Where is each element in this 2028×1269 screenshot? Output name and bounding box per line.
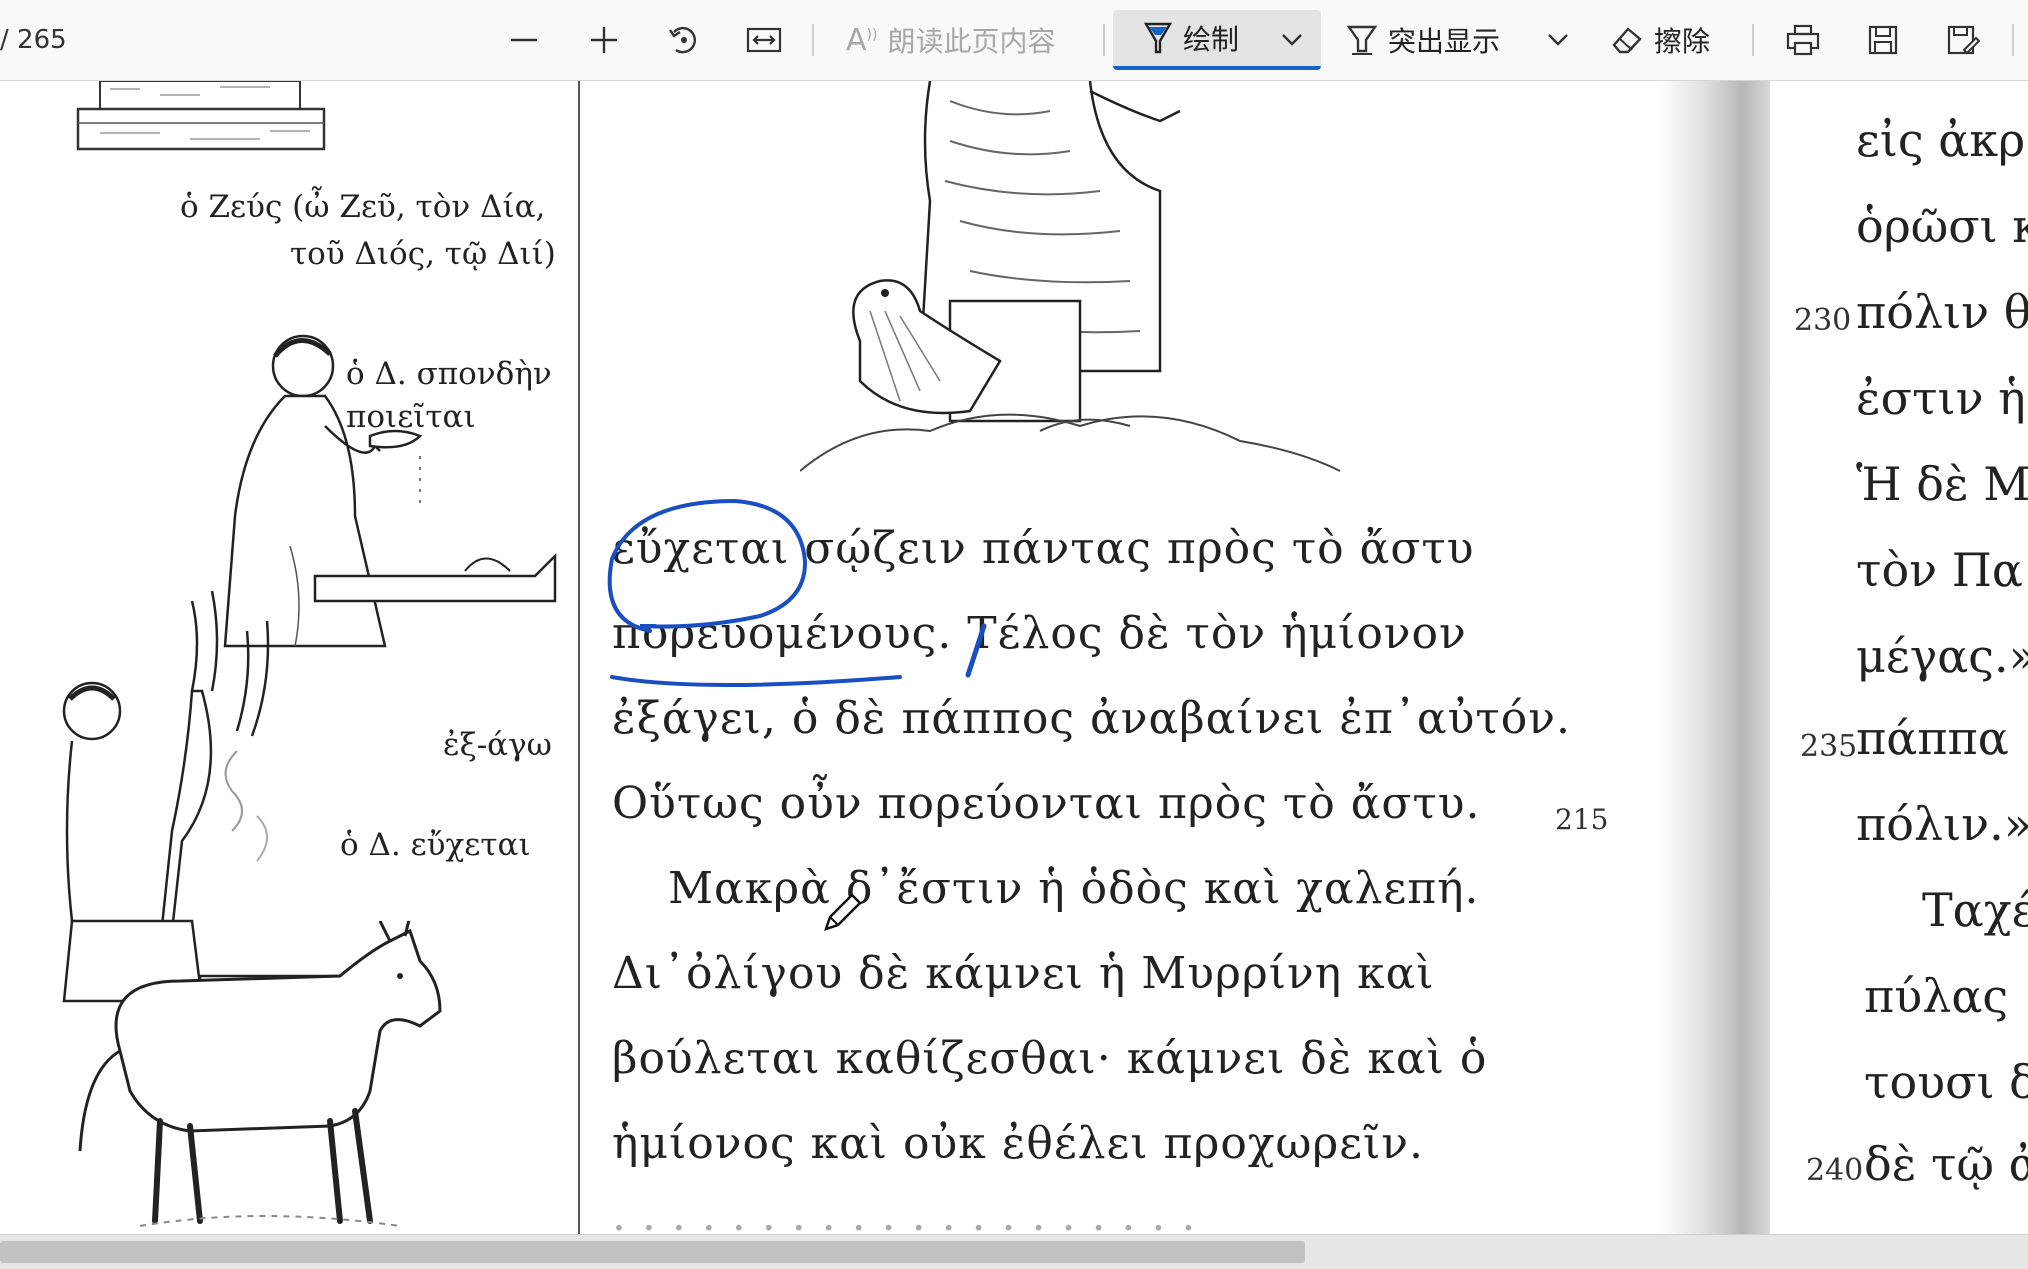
next-page-line-4: ἐστιν ἡ xyxy=(1856,371,2026,425)
next-page-line-number-230: 230 xyxy=(1794,303,1852,338)
print-icon xyxy=(1786,24,1820,56)
caption-zeus-line2: τοῦ Διός, τῷ Διί) xyxy=(290,236,556,272)
column-divider xyxy=(578,81,580,1234)
draw-options-button[interactable] xyxy=(1272,10,1312,70)
print-button[interactable] xyxy=(1778,10,1828,70)
text-line-5: Μακρὰ δ᾽ἔστιν ἡ ὁδὸς καὶ χαλεπή. xyxy=(668,863,1480,914)
chevron-down-icon xyxy=(1282,34,1302,46)
read-aloud-icon: A)) xyxy=(846,22,878,58)
zoom-in-button[interactable] xyxy=(580,10,628,70)
erase-button[interactable]: 擦除 xyxy=(1610,10,1730,70)
line-number-215: 215 xyxy=(1555,803,1609,836)
next-page-line-1: εἰς ἀκρ xyxy=(1856,113,2026,167)
text-line-3: ἐξάγει, ὁ δὲ πάππος ἀναβαίνει ἐπ᾽αὐτόν. xyxy=(612,693,1571,744)
draw-label: 绘制 xyxy=(1183,23,1240,56)
mule-illustration xyxy=(78,921,442,1227)
read-aloud-button[interactable]: A)) 朗读此页内容 xyxy=(846,10,1076,70)
save-button[interactable] xyxy=(1858,10,1908,70)
pen-cursor-icon xyxy=(824,893,862,931)
zeus-eagle-illustration xyxy=(800,81,1341,472)
caption-zeus-line1: ὁ Ζεύς (ὦ Ζεῦ, τὸν Δία, xyxy=(180,189,546,225)
next-page-line-11: πύλας xyxy=(1864,969,2009,1023)
erase-label: 擦除 xyxy=(1654,25,1711,58)
next-page-line-8: πάππα xyxy=(1856,711,2009,765)
highlight-icon xyxy=(1346,25,1378,55)
zoom-out-button[interactable] xyxy=(500,10,548,70)
next-page-line-6: τὸν Πα xyxy=(1856,543,2023,597)
text-line-6: Δι᾽ὀλίγου δὲ κάμνει ἡ Μυρρίνη καὶ xyxy=(612,948,1435,999)
read-aloud-label: 朗读此页内容 xyxy=(887,25,1056,58)
text-line-9-cutoff: · · · · · · · · · · · · · · · · · · · · xyxy=(612,1203,1197,1234)
text-line-1: εὔχεται σῴζειν πάντας πρὸς τὸ ἄστυ xyxy=(612,523,1475,574)
page-gutter-shadow xyxy=(1660,81,1770,1234)
next-page-line-number-235: 235 xyxy=(1800,729,1858,764)
eraser-icon xyxy=(1612,27,1642,54)
zoom-in-icon xyxy=(591,27,617,53)
ink-underline xyxy=(610,675,902,687)
highlight-options-button[interactable] xyxy=(1538,10,1578,70)
next-page-line-12: τουσι δ xyxy=(1864,1055,2028,1109)
zoom-out-icon xyxy=(511,38,537,42)
horizontal-scrollbar[interactable] xyxy=(0,1234,2028,1269)
page-count: / 265 xyxy=(0,25,67,55)
next-page: εἰς ἀκρ ὁρῶσι κ 230 πόλιν θε ἐστιν ἡ Ἡ δ… xyxy=(1770,81,2028,1234)
next-page-line-3: πόλιν θε xyxy=(1856,285,2028,339)
fit-width-button[interactable] xyxy=(740,10,788,70)
save-as-button[interactable] xyxy=(1938,10,1988,70)
save-as-icon xyxy=(1947,25,1980,55)
text-line-8: ἡμίονος καὶ οὐκ ἐθέλει προχωρεῖν. xyxy=(612,1118,1425,1169)
scrollbar-thumb[interactable] xyxy=(0,1241,1305,1263)
next-page-line-5: Ἡ δὲ Μ xyxy=(1856,457,2028,511)
text-line-2: πορευομένους. Τέλος δὲ τὸν ἡμίονον xyxy=(612,608,1467,659)
caption-libation-line2: ποιεῖται xyxy=(346,399,476,435)
caption-exago: ἐξ-άγω xyxy=(443,727,552,763)
rotate-icon xyxy=(669,26,696,54)
document-page: ὁ Ζεύς (ὦ Ζεῦ, τὸν Δία, τοῦ Διός, τῷ Διί… xyxy=(0,81,1660,1234)
text-line-7: βούλεται καθίζεσθαι· κάμνει δὲ καὶ ὁ xyxy=(612,1033,1488,1084)
next-page-line-13: δὲ τῷ ἀ xyxy=(1864,1137,2028,1191)
next-page-line-9: πόλιν.» xyxy=(1856,797,2028,851)
pdf-toolbar: / 265 A)) 朗读此页内容 绘制 突出显示 擦除 xyxy=(0,0,2028,81)
draw-icon xyxy=(1143,22,1173,54)
next-page-line-7: μέγας.» xyxy=(1856,629,2028,683)
next-page-line-2: ὁρῶσι κ xyxy=(1856,199,2028,253)
next-page-line-number-240: 240 xyxy=(1806,1153,1864,1188)
next-page-line-10: Ταχέ xyxy=(1922,883,2028,937)
caption-prays: ὁ Δ. εὔχεται xyxy=(340,827,531,863)
altar-illustration xyxy=(76,81,326,151)
save-icon xyxy=(1868,25,1898,55)
fit-width-icon xyxy=(746,27,782,53)
highlight-label: 突出显示 xyxy=(1388,25,1501,58)
highlight-button[interactable]: 突出显示 xyxy=(1346,10,1516,70)
chevron-down-icon xyxy=(1548,34,1568,46)
text-line-4: Οὕτως οὖν πορεύονται πρὸς τὸ ἄστυ. xyxy=(612,778,1481,829)
caption-libation-line1: ὁ Δ. σπονδὴν xyxy=(346,356,552,392)
rotate-button[interactable] xyxy=(660,10,708,70)
